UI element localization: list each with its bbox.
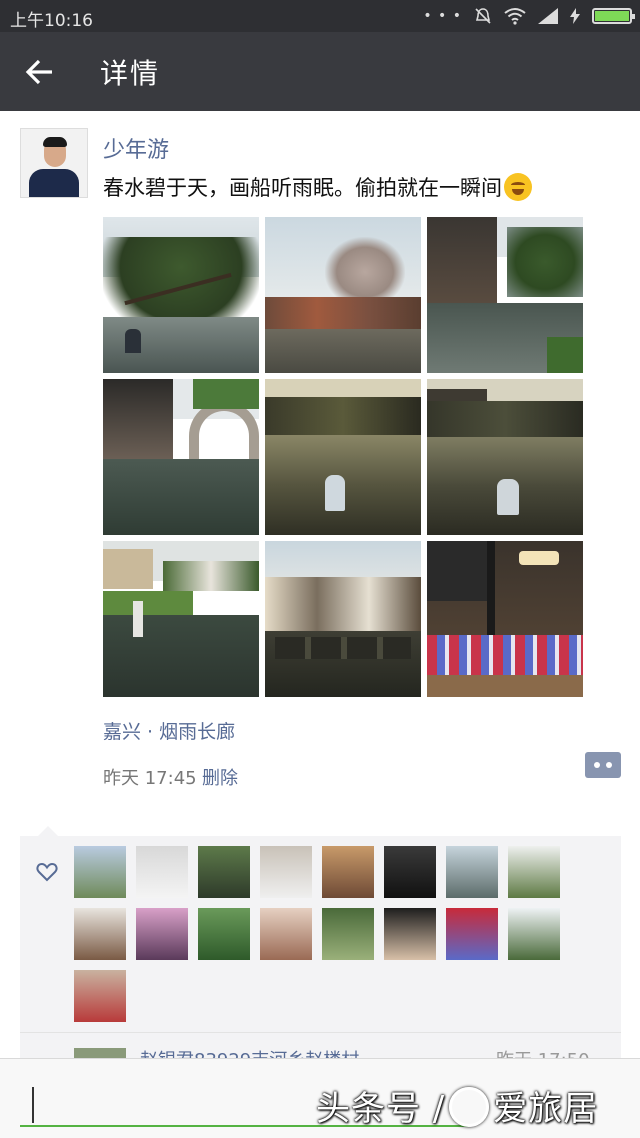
wifi-icon bbox=[504, 8, 526, 25]
liker-avatar[interactable] bbox=[260, 846, 312, 898]
post-text: 春水碧于天，画船听雨眠。偷拍就在一瞬间 bbox=[103, 172, 532, 202]
heart-icon bbox=[36, 862, 58, 882]
liker-avatar[interactable] bbox=[446, 908, 498, 960]
comment-input-bar: 头条号 / 爱旅居 bbox=[0, 1058, 640, 1138]
liker-avatar[interactable] bbox=[74, 846, 126, 898]
liker-avatar[interactable] bbox=[322, 846, 374, 898]
mute-icon bbox=[475, 8, 491, 24]
signal-icon bbox=[538, 8, 558, 24]
post-text-content: 春水碧于天，画船听雨眠。偷拍就在一瞬间 bbox=[103, 176, 502, 200]
liker-avatar[interactable] bbox=[322, 908, 374, 960]
photo-grid bbox=[103, 217, 585, 697]
photo-4[interactable] bbox=[103, 379, 259, 535]
post-time: 昨天 17:45 bbox=[103, 768, 197, 789]
likes-arrow bbox=[38, 826, 58, 836]
post-username[interactable]: 少年游 bbox=[103, 132, 169, 164]
status-time: 上午10:16 bbox=[10, 11, 93, 31]
liker-avatar[interactable] bbox=[384, 908, 436, 960]
liker-avatar[interactable] bbox=[260, 908, 312, 960]
liker-avatar[interactable] bbox=[384, 846, 436, 898]
liker-avatar[interactable] bbox=[446, 846, 498, 898]
watermark: 头条号 / 爱旅居 bbox=[316, 1087, 599, 1129]
page-title: 详情 bbox=[100, 57, 161, 90]
photo-2[interactable] bbox=[265, 217, 421, 373]
watermark-logo-icon bbox=[449, 1087, 490, 1127]
charging-icon bbox=[570, 8, 580, 24]
status-icons: • • • bbox=[423, 7, 635, 25]
photo-3[interactable] bbox=[427, 217, 583, 373]
avatar[interactable] bbox=[20, 128, 88, 198]
liker-avatar[interactable] bbox=[198, 846, 250, 898]
app-header: 详情 bbox=[0, 32, 640, 111]
dots-icon: • • • bbox=[423, 8, 462, 24]
liker-avatar[interactable] bbox=[198, 908, 250, 960]
liker-avatar[interactable] bbox=[136, 908, 188, 960]
photo-1[interactable] bbox=[103, 217, 259, 373]
liker-avatar[interactable] bbox=[74, 970, 126, 1022]
text-cursor bbox=[32, 1087, 34, 1123]
liker-avatar[interactable] bbox=[508, 846, 560, 898]
photo-5[interactable] bbox=[265, 379, 421, 535]
delete-link[interactable]: 删除 bbox=[202, 764, 238, 790]
photo-8[interactable] bbox=[265, 541, 421, 697]
battery-level bbox=[595, 11, 630, 21]
grinning-sweat-emoji bbox=[504, 173, 532, 201]
likes-panel: 赵银君83929吉河乡赵楼村 昨天 17:50 bbox=[20, 836, 621, 1076]
battery-icon bbox=[592, 8, 635, 24]
photo-6[interactable] bbox=[427, 379, 583, 535]
liker-avatar[interactable] bbox=[74, 908, 126, 960]
post-location[interactable]: 嘉兴 · 烟雨长廊 bbox=[103, 717, 235, 744]
comment-more-icon[interactable] bbox=[585, 752, 621, 778]
likes-divider bbox=[20, 1032, 621, 1033]
photo-7[interactable] bbox=[103, 541, 259, 697]
arrow-left-icon[interactable] bbox=[24, 56, 56, 88]
liker-avatar[interactable] bbox=[136, 846, 188, 898]
photo-9[interactable] bbox=[427, 541, 583, 697]
liker-avatar[interactable] bbox=[508, 908, 560, 960]
status-bar: 上午10:16 • • • bbox=[0, 0, 640, 32]
